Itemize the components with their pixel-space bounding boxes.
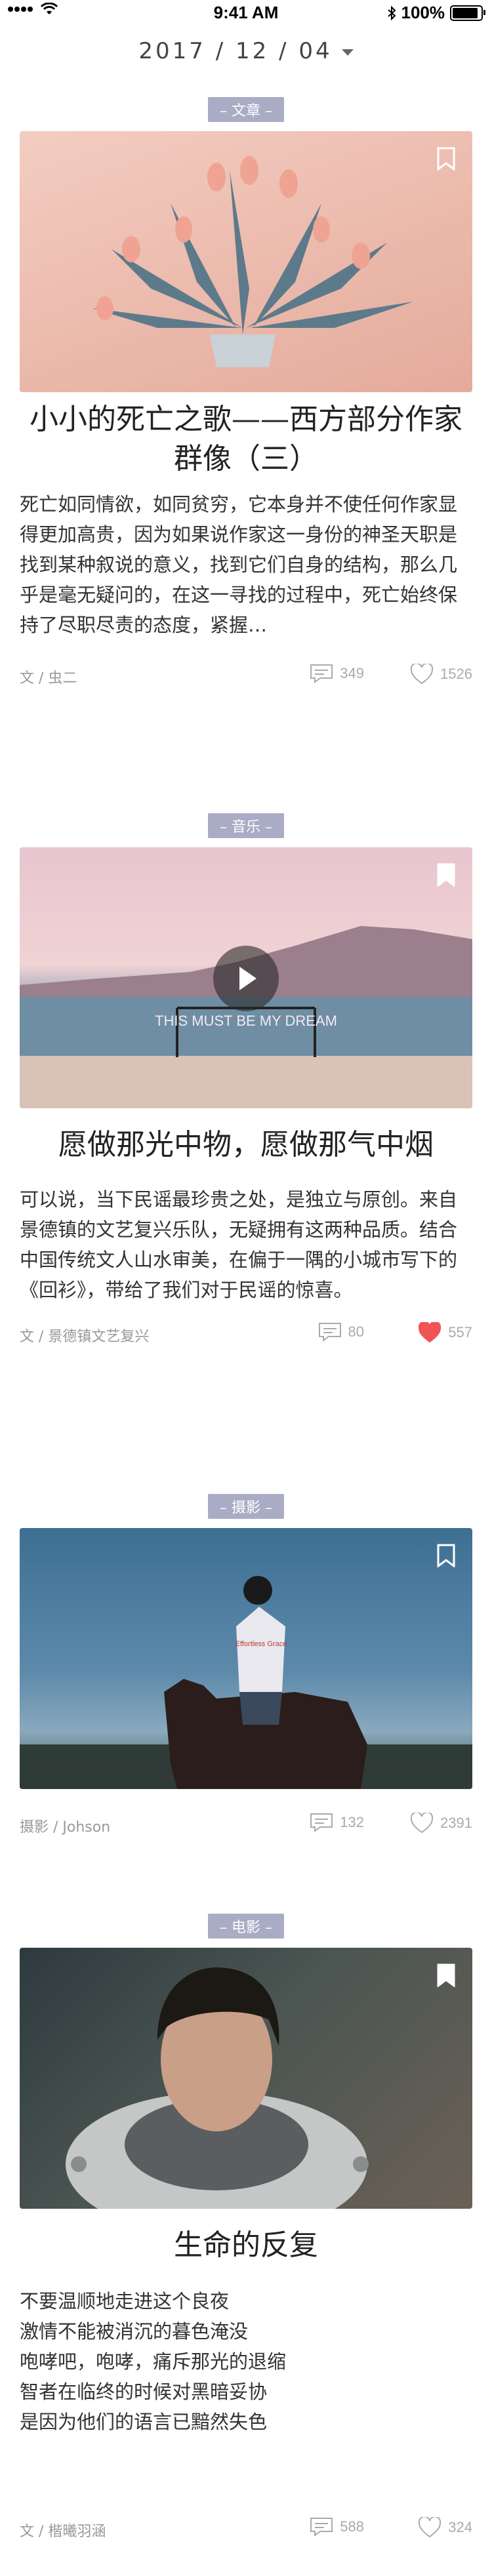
poem-line: 智者在临终的时候对黑暗妥协 (20, 2381, 268, 2403)
comment-button[interactable]: 349 (310, 664, 364, 683)
comment-button[interactable]: 132 (310, 1813, 364, 1832)
poem-line: 咆哮吧，咆哮，痛斥那光的退缩 (20, 2350, 287, 2373)
bookmark-icon[interactable] (437, 863, 455, 887)
battery-icon (450, 5, 485, 21)
tulips-illustration (92, 156, 413, 367)
status-bar: 9:41 AM 100% (0, 0, 492, 26)
card-title[interactable]: 愿做那光中物，愿做那气中烟 (20, 1125, 472, 1165)
cover-image[interactable]: Effortless Grace (20, 1528, 472, 1789)
music-card[interactable]: – 音乐 – THIS MUST BE MY DREAM 愿做那光中物，愿做那气… (0, 813, 492, 1403)
chevron-down-icon (341, 49, 354, 56)
heart-icon (419, 1322, 441, 1343)
cover-image[interactable] (20, 1948, 472, 2209)
card-meta: 文 / 景德镇文艺复兴 80 557 (20, 1319, 472, 1346)
like-count: 1526 (440, 666, 472, 682)
comment-count: 588 (340, 2518, 364, 2535)
heart-icon (410, 1813, 434, 1834)
comment-count: 349 (340, 665, 364, 681)
author-label: 摄影 / Johson (20, 1819, 111, 1836)
card-meta: 摄影 / Johson 132 2391 (20, 1810, 472, 1836)
bluetooth-icon (387, 5, 396, 20)
category-tag: – 文章 – (208, 97, 284, 122)
comment-icon (318, 1323, 341, 1342)
category-tag: – 音乐 – (208, 813, 284, 838)
like-count: 324 (448, 2519, 472, 2535)
comment-button[interactable]: 588 (310, 2517, 364, 2537)
astronaut-portrait-illustration (66, 1967, 369, 2209)
card-meta: 文 / 虫二 349 1526 (20, 661, 472, 687)
cover-image[interactable] (20, 131, 472, 392)
status-right: 100% (387, 3, 485, 23)
shirt-text: Effortless Grace (236, 1640, 287, 1648)
cover-image[interactable]: THIS MUST BE MY DREAM (20, 847, 472, 1108)
bookmark-icon[interactable] (437, 147, 455, 171)
author-label: 文 / 景德镇文艺复兴 (20, 1329, 150, 1345)
poem-line: 是因为他们的语言已黯然失色 (20, 2411, 268, 2433)
bookmark-icon[interactable] (437, 1544, 455, 1567)
like-button[interactable]: 557 (418, 1322, 472, 1343)
comment-button[interactable]: 80 (318, 1322, 364, 1342)
category-tag: – 摄影 – (208, 1494, 284, 1519)
like-button[interactable]: 2391 (410, 1813, 472, 1834)
comment-icon (310, 1813, 333, 1832)
like-button[interactable]: 1526 (410, 664, 472, 685)
battery-percent: 100% (401, 3, 445, 22)
like-button[interactable]: 324 (418, 2517, 472, 2538)
film-card[interactable]: – 电影 – 生命的反复 不要温顺地走进这个良夜 激情不能被消沉的暮色淹没 咆哮… (0, 1914, 492, 2569)
photo-card[interactable]: – 摄影 – Effortless Grace 摄影 / Johson 132 … (0, 1494, 492, 1848)
poem-line: 激情不能被消沉的暮色淹没 (20, 2320, 249, 2343)
card-title[interactable]: 生命的反复 (20, 2226, 472, 2265)
sign-text: THIS MUST BE MY DREAM (155, 1013, 337, 1029)
author-label: 文 / 虫二 (20, 670, 77, 687)
comment-icon (310, 664, 333, 683)
card-title[interactable]: 小小的死亡之歌——西方部分作家群像（三） (20, 400, 472, 479)
date-selector[interactable]: 2017 / 12 / 04 (0, 38, 492, 64)
card-excerpt[interactable]: 可以说，当下民谣最珍贵之处，是独立与原创。来自景德镇的文艺复兴乐队，无疑拥有这两… (20, 1184, 472, 1305)
card-meta: 文 / 楷曦羽涵 588 324 (20, 2514, 472, 2541)
heart-icon (410, 664, 434, 685)
article-card[interactable]: – 文章 – 小小的死亡之歌——西方部分作家群像（三） 死亡如同情欲，如同贫穷，… (0, 97, 492, 687)
author-label: 文 / 楷曦羽涵 (20, 2524, 106, 2540)
heart-icon (419, 2517, 441, 2538)
comment-icon (310, 2518, 333, 2537)
like-count: 2391 (440, 1815, 472, 1831)
category-tag: – 电影 – (208, 1914, 284, 1939)
bookmark-icon[interactable] (437, 1963, 455, 1987)
comment-count: 132 (340, 1814, 364, 1830)
poem-line: 不要温顺地走进这个良夜 (20, 2290, 230, 2312)
poem-text[interactable]: 不要温顺地走进这个良夜 激情不能被消沉的暮色淹没 咆哮吧，咆哮，痛斥那光的退缩 … (20, 2286, 472, 2444)
horse-rider-illustration: Effortless Grace (20, 1576, 472, 1789)
like-count: 557 (448, 1324, 472, 1340)
date-label: 2017 / 12 / 04 (138, 38, 333, 64)
play-button[interactable] (213, 946, 279, 1011)
comment-count: 80 (348, 1323, 364, 1340)
card-excerpt[interactable]: 死亡如同情欲，如同贫穷，它本身并不使任何作家显得更加高贵，因为如果说作家这一身份… (20, 489, 472, 640)
